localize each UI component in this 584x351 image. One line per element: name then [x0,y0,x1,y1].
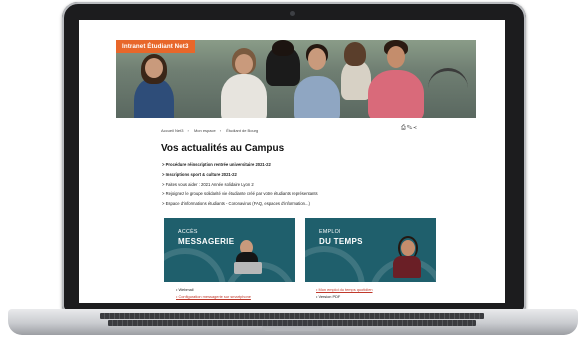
pdf-version-link[interactable]: Version PDF [316,293,373,300]
card-title-line2: DU TEMPS [319,237,363,246]
page-title: Vos actualités au Campus [161,143,285,154]
card-messagerie-links: Webmail Configuration messagerie sur sma… [176,286,251,300]
student-photo-5 [341,60,371,100]
news-item[interactable]: > Faites vous aider : 2021 Année solidai… [162,180,422,190]
card-title-line1: EMPLOI [319,229,341,235]
card-messagerie[interactable]: ACCÈS MESSAGERIE [164,218,295,282]
smartphone-config-link[interactable]: Configuration messagerie sur smartphone [176,293,250,300]
laptop-screen: Intranet Étudiant Net3 Accueil Net3 › Mon… [79,20,505,303]
keyboard-row [100,313,484,319]
breadcrumb-item-current: Étudiant de Bourg [226,128,259,133]
chevron-right-icon: › [219,128,222,133]
news-item[interactable]: > Inscriptions sport & culture 2021-22 [162,170,422,180]
news-item[interactable]: > Procédure réinscription rentrée univer… [162,160,422,170]
breadcrumb-item-space[interactable]: Mon espace [194,128,216,133]
card-title-line1: ACCÈS [178,229,198,235]
webcam [290,11,295,16]
news-list: > Procédure réinscription rentrée univer… [162,160,422,209]
chair-right [428,68,468,118]
daily-schedule-link[interactable]: Mon emploi du temps quotidien [316,286,372,293]
intranet-page: Intranet Étudiant Net3 Accueil Net3 › Mon… [116,40,476,303]
student-photo-2 [221,74,267,118]
intranet-tag: Intranet Étudiant Net3 [116,40,195,53]
news-item[interactable]: > Rejoignez le groupe solidarité vie étu… [162,189,422,199]
page-tools: ⎙✎≺ [401,125,418,132]
hero-banner: Intranet Étudiant Net3 [116,40,476,118]
chevron-right-icon: › [187,128,189,133]
laptop-notch [262,326,322,331]
student-photo-1 [134,78,174,118]
card-emploi-links: Mon emploi du temps quotidien Version PD… [316,286,373,300]
news-item[interactable]: > Espace d'informations étudiants - Coro… [162,199,422,209]
share-icon[interactable]: ≺ [413,125,418,131]
student-photo-6 [368,70,424,118]
webmail-link[interactable]: Webmail [176,286,251,293]
card-title-line2: MESSAGERIE [178,237,235,246]
breadcrumb: Accueil Net3 › Mon espace › Étudiant de Bo… [161,128,262,133]
student-photo-4 [294,76,340,118]
breadcrumb-item-home[interactable]: Accueil Net3 [161,128,183,133]
card-emploi-du-temps[interactable]: EMPLOI DU TEMPS [305,218,436,282]
